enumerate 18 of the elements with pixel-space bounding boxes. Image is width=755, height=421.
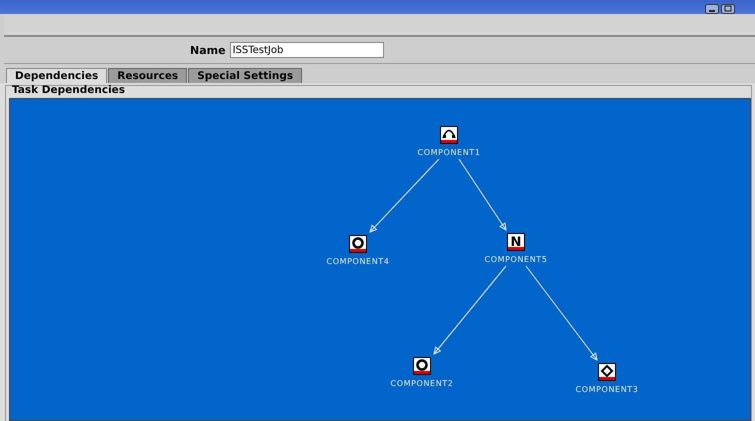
node-label: COMPONENT3 bbox=[576, 385, 638, 394]
name-label: Name bbox=[190, 44, 226, 56]
node-label: COMPONENT5 bbox=[484, 255, 548, 264]
node-label: COMPONENT1 bbox=[418, 148, 480, 157]
tab[interactable]: Special Settings bbox=[188, 68, 302, 83]
tab[interactable]: Resources bbox=[108, 68, 188, 83]
maximize-icon[interactable] bbox=[721, 4, 735, 14]
group-title: Task Dependencies bbox=[12, 84, 126, 97]
ring-node-icon[interactable] bbox=[413, 357, 431, 375]
diamond-node-icon[interactable] bbox=[598, 363, 616, 381]
letter-node-icon[interactable]: N bbox=[507, 233, 525, 251]
minimize-icon[interactable] bbox=[705, 4, 719, 14]
arch-node-icon[interactable] bbox=[440, 126, 458, 144]
ring-node-icon[interactable] bbox=[349, 235, 367, 253]
tab[interactable]: Dependencies bbox=[6, 68, 108, 83]
node-label: COMPONENT2 bbox=[390, 379, 454, 388]
node-label: COMPONENT4 bbox=[326, 257, 390, 266]
name-field[interactable]: ISSTestJob bbox=[230, 42, 384, 58]
